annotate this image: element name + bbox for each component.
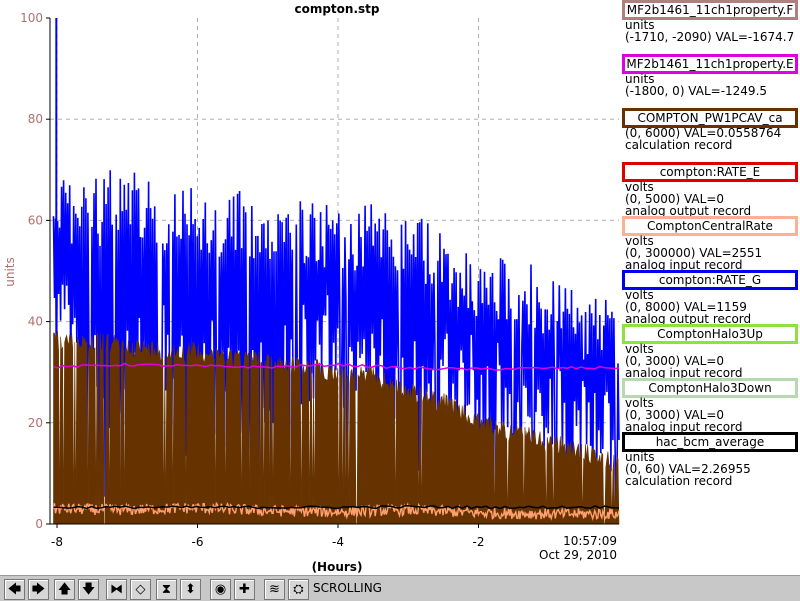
- pan-right-button[interactable]: 🡆: [28, 579, 49, 600]
- zoom-out-horizontal-button[interactable]: ◇: [130, 579, 151, 600]
- stagger-button[interactable]: ≋: [264, 579, 285, 600]
- legend-item[interactable]: compton:RATE_G volts (0, 8000) VAL=1159 ana…: [621, 269, 800, 325]
- pan-up-button[interactable]: 🡅: [54, 579, 75, 600]
- legend-channel-name[interactable]: ComptonHalo3Up: [622, 324, 798, 344]
- legend-channel-name[interactable]: COMPTON_PW1PCAV_ca: [622, 108, 798, 128]
- legend-item[interactable]: MF2b1461_11ch1property.E units (-1800, 0) …: [621, 53, 800, 107]
- y-tick-label: 40: [28, 315, 43, 329]
- x-tick-label: -8: [51, 535, 63, 549]
- zoom-in-vertical-button[interactable]: ⧗: [156, 579, 177, 600]
- config-button[interactable]: ⛭: [288, 579, 309, 600]
- y-tick-label: 80: [28, 112, 43, 126]
- legend-channel-name[interactable]: compton:RATE_E: [622, 162, 798, 182]
- legend-detail: calculation record: [625, 474, 733, 488]
- zoom-in-horizontal-button[interactable]: ⧓: [106, 579, 127, 600]
- legend-channel-name[interactable]: ComptonHalo3Down: [622, 378, 798, 398]
- chart-title: compton.stp: [294, 2, 379, 16]
- legend-item[interactable]: ComptonCentralRate volts (0, 300000) VAL=2…: [621, 215, 800, 271]
- legend-item[interactable]: hac_bcm_average units (0, 60) VAL=2.26955 c…: [621, 431, 800, 488]
- legend-channel-name[interactable]: hac_bcm_average: [622, 432, 798, 452]
- legend-item[interactable]: ComptonHalo3Up volts (0, 3000) VAL=0 analog…: [621, 323, 800, 379]
- add-channel-button[interactable]: ✚: [234, 579, 255, 600]
- scroll-mode-label: SCROLLING: [313, 581, 382, 595]
- pan-down-button[interactable]: 🡇: [78, 579, 99, 600]
- legend-channel-name[interactable]: MF2b1461_11ch1property.E: [622, 54, 798, 74]
- pan-left-button[interactable]: 🡄: [4, 579, 25, 600]
- y-tick-label: 20: [28, 416, 43, 430]
- end-date-label: Oct 29, 2010: [539, 548, 617, 562]
- toolbar: 🡄 🡆 🡅 🡇 ⧓ ◇ ⧗ ⬍ ◉ ✚ ≋ ⛭ SCROLLING: [0, 575, 800, 601]
- legend-channel-name[interactable]: compton:RATE_G: [622, 270, 798, 290]
- y-tick-label: 60: [28, 213, 43, 227]
- auto-scale-button[interactable]: ◉: [210, 579, 231, 600]
- zoom-out-vertical-button[interactable]: ⬍: [180, 579, 201, 600]
- end-time-label: 10:57:09: [563, 534, 617, 548]
- legend-item[interactable]: MF2b1461_11ch1property.F units (-1710, -20…: [621, 0, 800, 53]
- legend-detail: (-1800, 0) VAL=-1249.5: [625, 84, 768, 98]
- x-tick-label: -6: [192, 535, 204, 549]
- y-tick-label: 0: [35, 517, 43, 531]
- legend-channel-name[interactable]: MF2b1461_11ch1property.F: [622, 0, 798, 20]
- x-tick-label: -2: [473, 535, 485, 549]
- legend-item[interactable]: ComptonHalo3Down volts (0, 3000) VAL=0 anal…: [621, 377, 800, 433]
- legend-detail: calculation record: [625, 138, 733, 152]
- x-tick-label: -4: [332, 535, 344, 549]
- chart-area: compton.stp units (Hours) 10:57:09 Oct 2…: [3, 2, 620, 574]
- y-tick-label: 100: [20, 11, 43, 25]
- legend-item[interactable]: COMPTON_PW1PCAV_ca (0, 6000) VAL=0.055876…: [621, 107, 800, 161]
- x-axis-label: (Hours): [312, 560, 363, 574]
- legend-channel-name[interactable]: ComptonCentralRate: [622, 216, 798, 236]
- y-axis-label: units: [3, 257, 17, 287]
- legend-item[interactable]: compton:RATE_E volts (0, 5000) VAL=0 analog…: [621, 161, 800, 217]
- series-layer: [52, 18, 620, 525]
- legend-detail: (-1710, -2090) VAL=-1674.7: [625, 30, 795, 44]
